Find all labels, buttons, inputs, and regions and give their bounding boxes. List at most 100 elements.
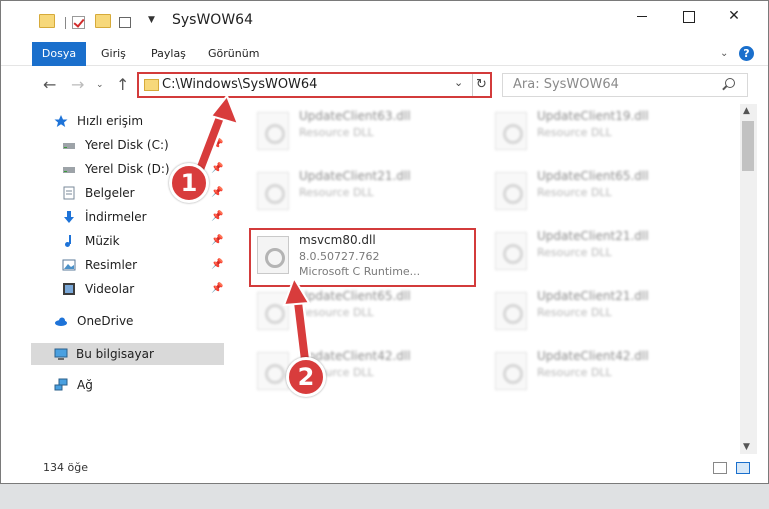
file-type: Resource DLL	[537, 306, 612, 319]
refresh-icon[interactable]: ↻	[472, 74, 490, 96]
file-item[interactable]: UpdateClient21.dll Resource DLL	[489, 286, 714, 336]
drive-icon	[63, 143, 75, 149]
address-dropdown-icon[interactable]: ⌄	[454, 76, 463, 89]
dll-file-icon	[495, 172, 527, 210]
file-item[interactable]: UpdateClient21.dll Resource DLL	[251, 166, 476, 216]
sidebar-item-onedrive[interactable]: OneDrive	[54, 310, 224, 332]
dll-file-icon	[495, 292, 527, 330]
sidebar-item-pictures[interactable]: Resimler	[62, 254, 227, 276]
sidebar-item-label: Bu bilgisayar	[76, 347, 154, 361]
file-name: UpdateClient19.dll	[537, 109, 649, 123]
sidebar-item-label: Hızlı erişim	[77, 114, 144, 128]
file-item[interactable]: UpdateClient65.dll Resource DLL	[489, 166, 714, 216]
dll-file-icon	[257, 352, 289, 390]
file-name: UpdateClient21.dll	[299, 169, 411, 183]
cloud-icon	[55, 317, 67, 326]
close-button[interactable]: ✕	[711, 1, 757, 31]
file-item[interactable]: UpdateClient63.dll Resource DLL	[251, 106, 476, 156]
status-bar: 134 öğe	[1, 456, 768, 483]
pin-icon[interactable]: 📌	[211, 139, 223, 150]
document-icon	[63, 186, 75, 200]
file-name: UpdateClient63.dll	[299, 109, 411, 123]
file-name: UpdateClient65.dll	[537, 169, 649, 183]
explorer-window: ▼ SysWOW64 ✕ Dosya Giriş Paylaş Görünüm …	[0, 0, 769, 484]
toolbar-separator	[65, 17, 66, 29]
file-type: Resource DLL	[537, 246, 612, 259]
large-icons-view-icon[interactable]	[736, 462, 750, 474]
file-item[interactable]: UpdateClient65.dll Resource DLL	[251, 286, 476, 336]
address-path[interactable]: C:\Windows\SysWOW64	[162, 77, 317, 92]
step-badge-1: 1	[169, 163, 209, 203]
folder-icon	[39, 14, 55, 28]
back-arrow-icon[interactable]: ←	[43, 75, 56, 94]
search-input[interactable]: Ara: SysWOW64	[513, 77, 619, 92]
details-view-icon[interactable]	[713, 462, 727, 474]
file-type: Resource DLL	[537, 366, 612, 379]
recent-locations-icon[interactable]: ⌄	[96, 80, 104, 90]
file-item[interactable]: UpdateClient42.dll Resource DLL	[489, 346, 714, 396]
scroll-up-icon[interactable]: ▲	[743, 106, 750, 116]
sidebar-item-videos[interactable]: Videolar	[62, 278, 227, 300]
computer-icon	[54, 348, 68, 360]
file-type: Resource DLL	[299, 186, 374, 199]
search-box[interactable]: Ara: SysWOW64	[502, 73, 748, 97]
file-item[interactable]: UpdateClient42.dll Resource DLL	[251, 346, 476, 396]
file-type: Resource DLL	[299, 306, 374, 319]
scrollbar-thumb[interactable]	[742, 121, 754, 171]
search-icon	[725, 78, 735, 88]
tab-file[interactable]: Dosya	[32, 42, 86, 66]
tab-share[interactable]: Paylaş	[151, 42, 186, 66]
sidebar-item-label: Yerel Disk (C:)	[85, 138, 169, 152]
network-icon	[54, 378, 68, 391]
expand-ribbon-icon[interactable]: ⌄	[720, 48, 728, 59]
sidebar-item-music[interactable]: Müzik	[62, 230, 227, 252]
ribbon-tabs: Dosya Giriş Paylaş Görünüm ⌄ ?	[1, 42, 768, 66]
video-icon	[63, 283, 75, 295]
music-icon	[65, 235, 71, 247]
navigation-pane: Hızlı erişim Yerel Disk (C:) 📌 Yerel Dis…	[1, 104, 229, 454]
pin-icon[interactable]: 📌	[211, 187, 223, 198]
title-bar: ▼ SysWOW64 ✕	[1, 1, 768, 39]
sidebar-item-label: Yerel Disk (D:)	[85, 162, 170, 176]
new-folder-icon[interactable]	[95, 14, 111, 28]
dll-file-icon	[257, 112, 289, 150]
properties-check-icon[interactable]	[72, 16, 85, 29]
dll-file-icon	[495, 232, 527, 270]
minimize-button[interactable]	[619, 1, 665, 31]
file-item[interactable]: UpdateClient21.dll Resource DLL	[489, 226, 714, 276]
star-icon	[54, 115, 68, 127]
sidebar-item-downloads[interactable]: İndirmeler	[62, 206, 227, 228]
sidebar-item-label: OneDrive	[77, 314, 134, 328]
pin-icon[interactable]: 📌	[211, 259, 223, 270]
pin-icon[interactable]: 📌	[211, 163, 223, 174]
pin-icon[interactable]: 📌	[211, 283, 223, 294]
sidebar-item-quick-access[interactable]: Hızlı erişim	[54, 110, 224, 132]
sidebar-item-network[interactable]: Ağ	[54, 374, 224, 396]
up-arrow-icon[interactable]: ↑	[116, 75, 129, 94]
sidebar-item-this-pc[interactable]: Bu bilgisayar	[31, 343, 224, 365]
sidebar-item-drive-c[interactable]: Yerel Disk (C:)	[62, 134, 227, 156]
tab-view[interactable]: Görünüm	[208, 42, 259, 66]
quick-access-dropdown-icon[interactable]: ▼	[148, 15, 155, 25]
sidebar-item-label: Belgeler	[85, 186, 135, 200]
address-bar[interactable]: C:\Windows\SysWOW64 ⌄ ↻	[137, 72, 492, 98]
scroll-down-icon[interactable]: ▼	[743, 442, 750, 452]
file-item[interactable]: UpdateClient19.dll Resource DLL	[489, 106, 714, 156]
pin-icon[interactable]: 📌	[211, 211, 223, 222]
download-icon	[64, 211, 74, 223]
sidebar-item-label: Müzik	[85, 234, 120, 248]
file-type: Resource DLL	[537, 186, 612, 199]
customize-toolbar-icon[interactable]	[119, 17, 131, 28]
maximize-button[interactable]	[665, 1, 711, 31]
pin-icon[interactable]: 📌	[211, 235, 223, 246]
file-type: Resource DLL	[537, 126, 612, 139]
file-highlight-box	[249, 228, 476, 287]
file-name: UpdateClient21.dll	[537, 289, 649, 303]
vertical-scrollbar[interactable]: ▲ ▼	[740, 104, 757, 454]
step-badge-2: 2	[286, 357, 326, 397]
tab-home[interactable]: Giriş	[101, 42, 126, 66]
pictures-icon	[62, 259, 76, 271]
help-icon[interactable]: ?	[739, 46, 754, 61]
dll-file-icon	[257, 172, 289, 210]
forward-arrow-icon[interactable]: →	[71, 75, 84, 94]
